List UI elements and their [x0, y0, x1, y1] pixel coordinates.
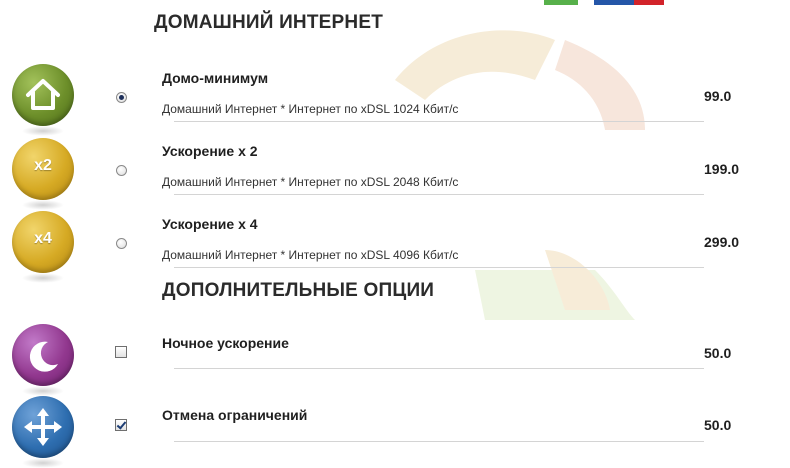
- row-divider: [174, 267, 704, 268]
- row-divider: [174, 194, 704, 195]
- plan-price: 99.0: [704, 88, 732, 104]
- plan-name: Ускорение x 4: [162, 216, 258, 232]
- plan-price: 199.0: [704, 161, 740, 177]
- plan-radio-domo-minimum[interactable]: [116, 92, 127, 103]
- row-divider: [174, 121, 704, 122]
- option-checkbox-remove-limits[interactable]: [115, 419, 127, 431]
- house-icon: [12, 64, 74, 136]
- x2-icon: x2: [12, 138, 74, 210]
- plan-description: Домашний Интернет * Интернет по xDSL 102…: [162, 102, 459, 116]
- row-divider: [174, 368, 704, 369]
- plan-radio-speedup-x2[interactable]: [116, 165, 127, 176]
- option-price: 50.0: [704, 417, 732, 433]
- option-name: Ночное ускорение: [162, 335, 289, 351]
- x4-icon: x4: [12, 211, 74, 283]
- section-title-extra-options: ДОПОЛНИТЕЛЬНЫЕ ОПЦИИ: [162, 280, 435, 301]
- brand-stripe-green: [544, 0, 578, 5]
- option-name: Отмена ограничений: [162, 407, 308, 423]
- option-checkbox-night-boost[interactable]: [115, 346, 127, 358]
- row-divider: [174, 441, 704, 442]
- background-watermark: [395, 30, 645, 320]
- brand-stripe-red: [634, 0, 664, 5]
- section-title-home-internet: ДОМАШНИЙ ИНТЕРНЕТ: [154, 12, 383, 33]
- brand-stripe-blue: [594, 0, 634, 5]
- plan-radio-speedup-x4[interactable]: [116, 238, 127, 249]
- option-price: 50.0: [704, 345, 732, 361]
- plan-name: Ускорение x 2: [162, 143, 258, 159]
- plan-price: 299.0: [704, 234, 740, 250]
- arrows-icon: [12, 396, 74, 468]
- moon-icon: [12, 324, 74, 396]
- plan-description: Домашний Интернет * Интернет по xDSL 204…: [162, 175, 459, 189]
- plan-name: Домо-минимум: [162, 70, 269, 86]
- plan-description: Домашний Интернет * Интернет по xDSL 409…: [162, 248, 459, 262]
